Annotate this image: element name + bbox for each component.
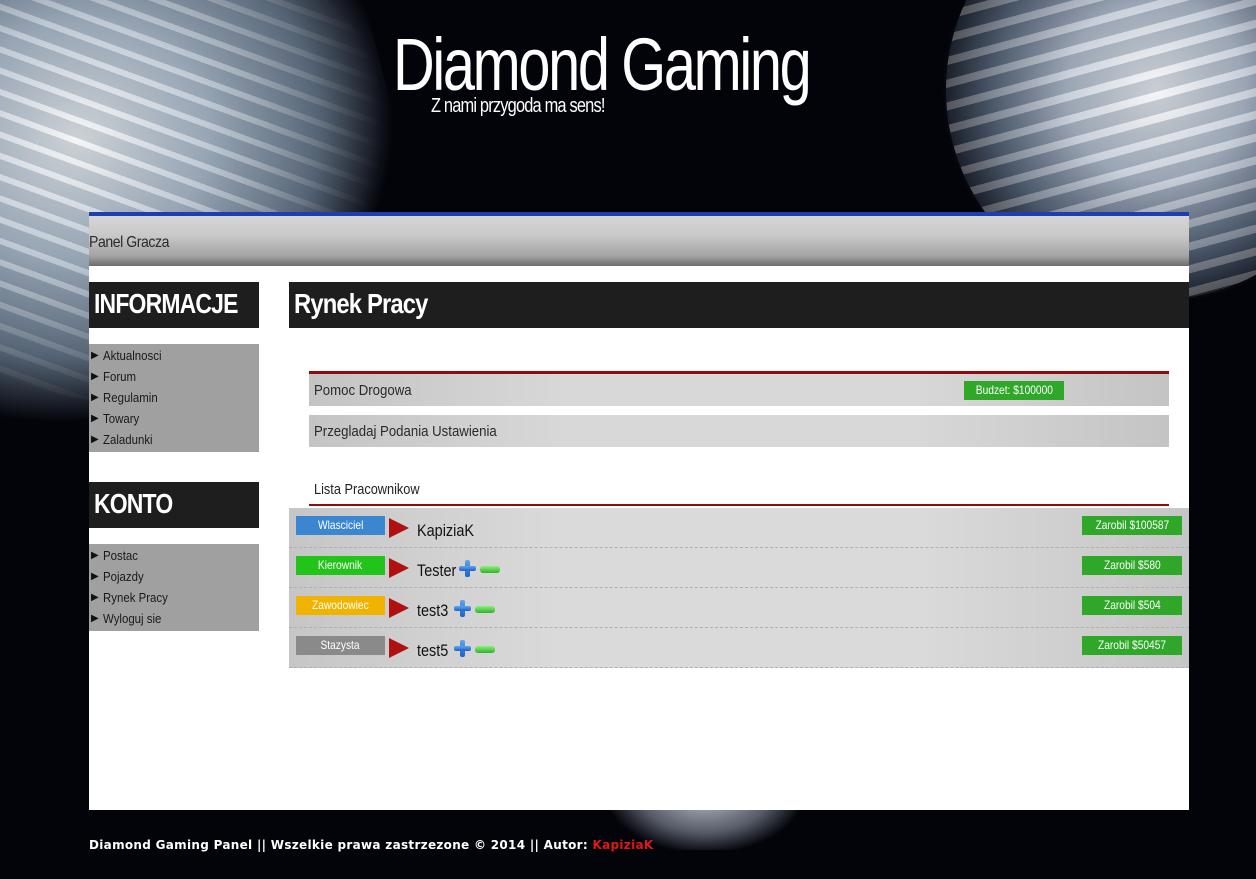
triangle-right-icon: ▶ bbox=[91, 592, 99, 603]
play-icon bbox=[389, 638, 409, 658]
footer-text: Diamond Gaming Panel || Wszelkie prawa z… bbox=[89, 838, 593, 852]
worker-name: test5 bbox=[417, 641, 449, 660]
sidebar-item-zaladunki[interactable]: ▶ Zaladunki bbox=[91, 429, 259, 450]
worker-name: Tester bbox=[417, 561, 457, 580]
sidebar-item-aktualnosci[interactable]: ▶ Aktualnosci bbox=[91, 345, 259, 366]
triangle-right-icon: ▶ bbox=[91, 571, 99, 582]
panel-title: Panel Gracza bbox=[89, 234, 170, 251]
promote-plus-icon[interactable] bbox=[454, 600, 471, 617]
earned-badge: Zarobil $50457 bbox=[1082, 636, 1182, 655]
workers-divider bbox=[309, 504, 1169, 506]
play-icon bbox=[389, 558, 409, 578]
role-badge: Kierownik bbox=[296, 556, 385, 575]
worker-row: Kierownik Tester Zarobil $580 bbox=[289, 548, 1189, 588]
sidebar-item-rynek-pracy[interactable]: ▶ Rynek Pracy bbox=[91, 587, 259, 608]
job-actions-bar[interactable]: Przegladaj Podania Ustawienia bbox=[309, 415, 1169, 447]
worker-row: Stazysta test5 Zarobil $50457 bbox=[289, 628, 1189, 668]
triangle-right-icon: ▶ bbox=[91, 350, 99, 361]
main-heading: Rynek Pracy bbox=[289, 282, 1189, 328]
workers-list: Wlasciciel KapiziaK Zarobil $100587 Kier… bbox=[289, 508, 1189, 668]
role-badge: Wlasciciel bbox=[296, 516, 385, 535]
job-name: Pomoc Drogowa bbox=[314, 382, 412, 399]
job-actions-links[interactable]: Przegladaj Podania Ustawienia bbox=[314, 423, 497, 440]
demote-minus-icon[interactable] bbox=[475, 646, 495, 653]
triangle-right-icon: ▶ bbox=[91, 613, 99, 624]
account-heading: KONTO bbox=[89, 482, 259, 528]
site-tagline: Z nami przygoda ma sens! bbox=[431, 95, 605, 117]
worker-name: test3 bbox=[417, 601, 449, 620]
workers-list-label: Lista Pracownikow bbox=[314, 481, 420, 498]
promote-plus-icon[interactable] bbox=[459, 560, 476, 577]
sidebar-item-postac[interactable]: ▶ Postac bbox=[91, 545, 259, 566]
demote-minus-icon[interactable] bbox=[475, 606, 495, 613]
player-panel: Panel Gracza INFORMACJE ▶ Aktualnosci ▶ Fo… bbox=[89, 212, 1189, 810]
earned-badge: Zarobil $100587 bbox=[1082, 516, 1182, 535]
worker-name: KapiziaK bbox=[417, 521, 475, 540]
triangle-right-icon: ▶ bbox=[91, 392, 99, 403]
sidebar-item-towary[interactable]: ▶ Towary bbox=[91, 408, 259, 429]
footer: Diamond Gaming Panel || Wszelkie prawa z… bbox=[89, 838, 653, 852]
earned-badge: Zarobil $504 bbox=[1082, 596, 1182, 615]
worker-row: Wlasciciel KapiziaK Zarobil $100587 bbox=[289, 508, 1189, 548]
sidebar-item-forum[interactable]: ▶ Forum bbox=[91, 366, 259, 387]
triangle-right-icon: ▶ bbox=[91, 434, 99, 445]
sidebar-item-regulamin[interactable]: ▶ Regulamin bbox=[91, 387, 259, 408]
sidebar-item-pojazdy[interactable]: ▶ Pojazdy bbox=[91, 566, 259, 587]
budget-badge: Budzet: $100000 bbox=[964, 381, 1064, 400]
play-icon bbox=[389, 518, 409, 538]
worker-row: Zawodowiec test3 Zarobil $504 bbox=[289, 588, 1189, 628]
demote-minus-icon[interactable] bbox=[480, 566, 500, 573]
play-icon bbox=[389, 598, 409, 618]
role-badge: Zawodowiec bbox=[296, 596, 385, 615]
account-menu: ▶ Postac ▶ Pojazdy ▶ Rynek Pracy ▶ Wyloguj s… bbox=[89, 544, 259, 631]
promote-plus-icon[interactable] bbox=[454, 640, 471, 657]
role-badge: Stazysta bbox=[296, 636, 385, 655]
panel-header: Panel Gracza bbox=[89, 212, 1189, 266]
earned-badge: Zarobil $580 bbox=[1082, 556, 1182, 575]
info-menu: ▶ Aktualnosci ▶ Forum ▶ Regulamin ▶ Towary ▶… bbox=[89, 344, 259, 452]
footer-author: KapiziaK bbox=[592, 838, 654, 852]
job-bar[interactable]: Pomoc Drogowa Budzet: $100000 bbox=[309, 374, 1169, 406]
triangle-right-icon: ▶ bbox=[91, 413, 99, 424]
sidebar-item-wyloguj[interactable]: ▶ Wyloguj sie bbox=[91, 608, 259, 629]
info-heading: INFORMACJE bbox=[89, 282, 259, 328]
triangle-right-icon: ▶ bbox=[91, 550, 99, 561]
triangle-right-icon: ▶ bbox=[91, 371, 99, 382]
